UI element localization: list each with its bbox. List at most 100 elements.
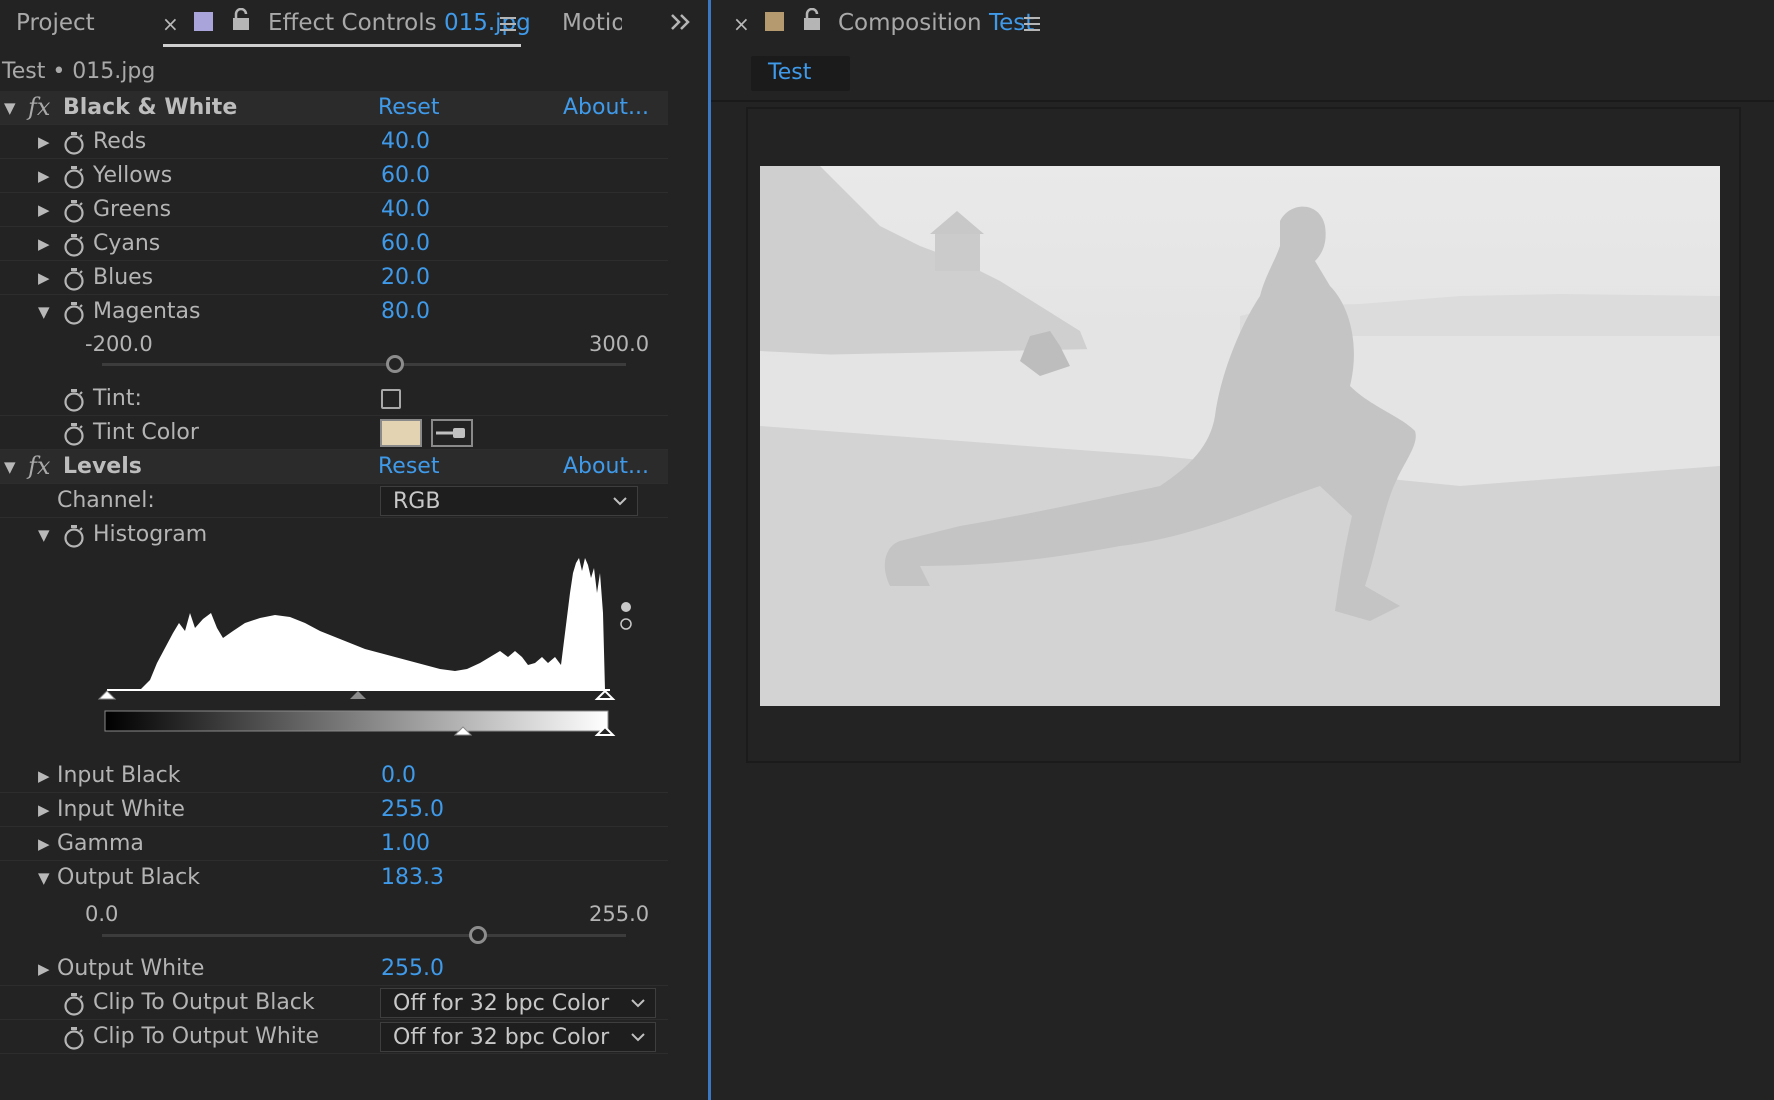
expand-triangle-icon[interactable]: ▶ — [38, 235, 50, 253]
tab-composition-label: Composition — [838, 10, 982, 36]
lock-icon[interactable] — [803, 8, 821, 32]
magentas-slider-track[interactable] — [102, 363, 626, 366]
close-tab-icon[interactable]: × — [733, 12, 750, 36]
param-value[interactable]: 183.3 — [381, 865, 444, 890]
clip-black-dropdown[interactable]: Off for 32 bpc Color — [380, 988, 656, 1018]
eyedropper-button[interactable] — [431, 419, 473, 447]
stopwatch-icon[interactable] — [63, 233, 85, 257]
effect-black-white-header[interactable]: ▼ fx Black & White Reset About... — [0, 91, 668, 125]
param-value[interactable]: 60.0 — [381, 163, 430, 188]
param-row-output-black[interactable]: ▼ Output Black 183.3 — [0, 861, 668, 895]
param-value[interactable]: 40.0 — [381, 197, 430, 222]
expand-triangle-icon[interactable]: ▶ — [38, 133, 50, 151]
tint-checkbox[interactable] — [381, 389, 401, 409]
param-value[interactable]: 1.00 — [381, 831, 430, 856]
collapse-triangle-icon[interactable]: ▼ — [38, 303, 50, 321]
stopwatch-icon[interactable] — [63, 165, 85, 189]
param-row-output-white[interactable]: ▶ Output White 255.0 — [0, 952, 668, 986]
stopwatch-icon[interactable] — [63, 267, 85, 291]
output-black-slider-row: 0.0 255.0 — [0, 900, 668, 952]
reset-button[interactable]: Reset — [378, 95, 439, 120]
expand-triangle-icon[interactable]: ▶ — [38, 269, 50, 287]
output-gradient-bar — [104, 710, 609, 732]
param-row-greens[interactable]: ▶ Greens 40.0 — [0, 193, 668, 227]
param-row-tint[interactable]: Tint: — [0, 382, 668, 416]
channel-dropdown[interactable]: RGB — [380, 486, 638, 516]
stopwatch-icon[interactable] — [63, 301, 85, 325]
tab-effect-controls[interactable]: Effect Controls 015.jpg — [268, 10, 531, 36]
beach-lunge-photo — [760, 166, 1720, 706]
param-value[interactable]: 60.0 — [381, 231, 430, 256]
param-row-tint-color[interactable]: Tint Color — [0, 416, 668, 450]
input-black-handle[interactable] — [97, 690, 117, 700]
label-color-swatch[interactable] — [194, 12, 213, 31]
expand-triangle-icon[interactable]: ▶ — [38, 767, 50, 785]
param-label: Blues — [93, 265, 154, 290]
collapse-triangle-icon[interactable]: ▼ — [4, 99, 16, 117]
param-row-magentas[interactable]: ▼ Magentas 80.0 — [0, 295, 668, 329]
clip-white-dropdown[interactable]: Off for 32 bpc Color — [380, 1022, 656, 1052]
fx-icon[interactable]: fx — [28, 93, 50, 121]
stopwatch-icon[interactable] — [63, 422, 85, 446]
tab-composition[interactable]: Composition Test — [838, 10, 1034, 36]
effect-levels-header[interactable]: ▼ fx Levels Reset About... — [0, 450, 668, 484]
output-black-slider-knob[interactable] — [469, 926, 487, 944]
close-tab-icon[interactable]: × — [162, 12, 179, 36]
composition-image[interactable] — [760, 166, 1720, 706]
collapse-triangle-icon[interactable]: ▼ — [38, 869, 50, 887]
overflow-chevrons-icon[interactable] — [670, 12, 692, 32]
about-button[interactable]: About... — [563, 454, 649, 479]
tint-color-swatch[interactable] — [380, 419, 422, 447]
tab-motion[interactable]: Motio — [562, 10, 622, 36]
about-button[interactable]: About... — [563, 95, 649, 120]
param-row-histogram[interactable]: ▼ Histogram — [0, 518, 668, 552]
expand-triangle-icon[interactable]: ▶ — [38, 167, 50, 185]
param-value[interactable]: 40.0 — [381, 129, 430, 154]
param-value[interactable]: 255.0 — [381, 956, 444, 981]
panel-menu-icon[interactable] — [1024, 17, 1040, 31]
histogram-channel-dot[interactable] — [620, 618, 632, 630]
param-row-cyans[interactable]: ▶ Cyans 60.0 — [0, 227, 668, 261]
panel-menu-icon[interactable] — [500, 17, 516, 31]
param-row-clip-black: Clip To Output Black Off for 32 bpc Colo… — [0, 986, 668, 1020]
collapse-triangle-icon[interactable]: ▼ — [4, 458, 16, 476]
magentas-slider-row: -200.0 300.0 — [0, 330, 668, 382]
expand-triangle-icon[interactable]: ▶ — [38, 835, 50, 853]
lock-icon[interactable] — [232, 8, 250, 32]
param-row-reds[interactable]: ▶ Reds 40.0 — [0, 125, 668, 159]
label-color-swatch[interactable] — [765, 12, 784, 31]
output-black-slider-track[interactable] — [102, 934, 626, 937]
param-label: Output Black — [57, 865, 200, 890]
expand-triangle-icon[interactable]: ▶ — [38, 201, 50, 219]
param-row-input-white[interactable]: ▶ Input White 255.0 — [0, 793, 668, 827]
expand-triangle-icon[interactable]: ▶ — [38, 801, 50, 819]
param-row-blues[interactable]: ▶ Blues 20.0 — [0, 261, 668, 295]
param-row-input-black[interactable]: ▶ Input Black 0.0 — [0, 759, 668, 793]
stopwatch-icon[interactable] — [63, 992, 85, 1016]
tab-project[interactable]: Project — [16, 10, 95, 36]
magentas-slider-knob[interactable] — [386, 355, 404, 373]
histogram-graph[interactable] — [95, 553, 645, 753]
stopwatch-icon[interactable] — [63, 199, 85, 223]
stopwatch-icon[interactable] — [63, 388, 85, 412]
fx-icon[interactable]: fx — [28, 452, 50, 480]
stopwatch-icon[interactable] — [63, 131, 85, 155]
histogram-channel-dot[interactable] — [621, 602, 631, 612]
param-row-gamma[interactable]: ▶ Gamma 1.00 — [0, 827, 668, 861]
param-row-yellows[interactable]: ▶ Yellows 60.0 — [0, 159, 668, 193]
input-gamma-handle[interactable] — [350, 691, 366, 699]
param-value[interactable]: 20.0 — [381, 265, 430, 290]
param-label: Tint Color — [93, 420, 199, 445]
param-value[interactable]: 255.0 — [381, 797, 444, 822]
stopwatch-icon[interactable] — [63, 524, 85, 548]
collapse-triangle-icon[interactable]: ▼ — [38, 526, 50, 544]
input-white-handle[interactable] — [594, 689, 616, 700]
composition-viewer-tab[interactable]: Test — [751, 56, 850, 91]
reset-button[interactable]: Reset — [378, 454, 439, 479]
param-value[interactable]: 80.0 — [381, 299, 430, 324]
param-value[interactable]: 0.0 — [381, 763, 416, 788]
stopwatch-icon[interactable] — [63, 1026, 85, 1050]
expand-triangle-icon[interactable]: ▶ — [38, 960, 50, 978]
tab-effect-controls-file: 015.jpg — [443, 10, 531, 36]
slider-max-label: 255.0 — [589, 902, 650, 926]
